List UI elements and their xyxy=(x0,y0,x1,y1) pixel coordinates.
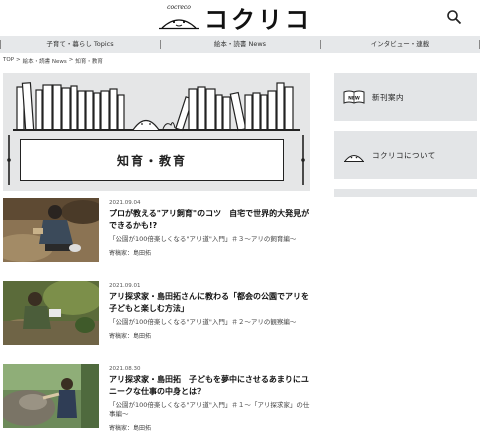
breadcrumb-books-news[interactable]: 絵本・読書 News xyxy=(23,57,67,65)
nav-item-books-news[interactable]: 絵本・読書 News xyxy=(160,36,320,53)
page-title: 知育・教育 xyxy=(116,153,187,168)
hero-title-box: 知育・教育 xyxy=(20,139,284,181)
article-title[interactable]: プロが教える"アリ飼育"のコツ 自宅で世界的大発見ができるかも!? xyxy=(109,208,313,232)
article-photo xyxy=(3,198,99,262)
article-author: 寄稿家：島田拓 xyxy=(109,333,152,340)
article-title[interactable]: アリ探求家・島田拓さんに教わる「都会の公園でアリを子どもと楽しむ方法」 xyxy=(109,291,313,315)
article-thumbnail[interactable] xyxy=(3,198,99,262)
article-card[interactable]: 2021.09.01 アリ探求家・島田拓さんに教わる「都会の公園でアリを子どもと… xyxy=(3,281,313,351)
article-series[interactable]: 「公園が100倍楽しくなる"アリ道"入門」＃２〜アリの観察編〜 xyxy=(109,318,313,327)
article-photo xyxy=(3,364,99,428)
main-nav: 子育て・暮らし Topics 絵本・読書 News インタビュー・連載 xyxy=(0,36,480,53)
svg-text:NEW: NEW xyxy=(348,96,360,102)
sidebar-new-books-link[interactable]: NEW 新刊案内 xyxy=(334,73,477,121)
sidebar-card-partial[interactable] xyxy=(334,189,477,197)
category-hero-banner: 知育・教育 xyxy=(3,73,310,191)
logo-face-icon: cocreco xyxy=(159,4,199,30)
article-author: 寄稿家：島田拓 xyxy=(109,250,152,257)
article-date: 2021.09.04 xyxy=(109,200,141,206)
article-thumbnail[interactable] xyxy=(3,281,99,345)
breadcrumb: TOP > 絵本・読書 News > 知育・教育 xyxy=(3,57,103,65)
article-series[interactable]: 「公園が100倍楽しくなる"アリ道"入門」＃３〜アリの飼育編〜 xyxy=(109,235,313,244)
article-meta: 2021.08.30 アリ探求家・島田拓 子どもを夢中にさせるあまりにユニークな… xyxy=(109,364,313,432)
breadcrumb-separator: > xyxy=(68,57,74,63)
article-thumbnail[interactable] xyxy=(3,364,99,428)
article-photo xyxy=(3,281,99,345)
article-meta: 2021.09.04 プロが教える"アリ飼育"のコツ 自宅で世界的大発見ができる… xyxy=(109,198,313,257)
article-date: 2021.08.30 xyxy=(109,366,141,372)
breadcrumb-top[interactable]: TOP xyxy=(3,57,14,65)
sidebar-new-books-label: 新刊案内 xyxy=(372,92,404,102)
breadcrumb-current: 知育・教育 xyxy=(75,59,103,65)
sidebar-about-link[interactable]: コクリコについて xyxy=(334,131,477,179)
site-logo[interactable]: cocreco コクリコ xyxy=(156,0,312,34)
breadcrumb-separator: > xyxy=(16,57,21,63)
article-card[interactable]: 2021.09.04 プロが教える"アリ飼育"のコツ 自宅で世界的大発見ができる… xyxy=(3,198,313,268)
article-author: 寄稿家：島田拓 xyxy=(109,425,152,432)
search-icon[interactable] xyxy=(446,9,462,25)
nav-item-interviews[interactable]: インタビュー・連載 xyxy=(320,36,480,53)
article-meta: 2021.09.01 アリ探求家・島田拓さんに教わる「都会の公園でアリを子どもと… xyxy=(109,281,313,340)
nav-item-topics[interactable]: 子育て・暮らし Topics xyxy=(0,36,160,53)
article-card[interactable]: 2021.08.30 アリ探求家・島田拓 子どもを夢中にさせるあまりにユニークな… xyxy=(3,364,313,432)
article-series[interactable]: 「公園が100倍楽しくなる"アリ道"入門」＃１〜「アリ探求家」の仕事編〜 xyxy=(109,401,313,419)
logo-text: コクリコ xyxy=(204,5,312,34)
article-date: 2021.09.01 xyxy=(109,283,141,289)
site-header: cocreco コクリコ xyxy=(0,0,480,36)
logo-face-icon xyxy=(344,155,364,162)
sidebar-about-label: コクリコについて xyxy=(372,150,436,160)
svg-text:cocreco: cocreco xyxy=(167,4,191,11)
new-book-icon: NEW xyxy=(343,90,365,104)
article-title[interactable]: アリ探求家・島田拓 子どもを夢中にさせるあまりにユニークな仕事の中身とは？ xyxy=(109,374,313,398)
